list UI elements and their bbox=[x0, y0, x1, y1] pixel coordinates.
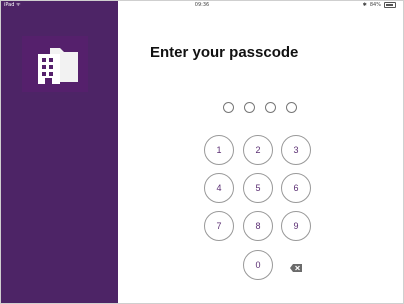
screen-border bbox=[0, 0, 404, 304]
